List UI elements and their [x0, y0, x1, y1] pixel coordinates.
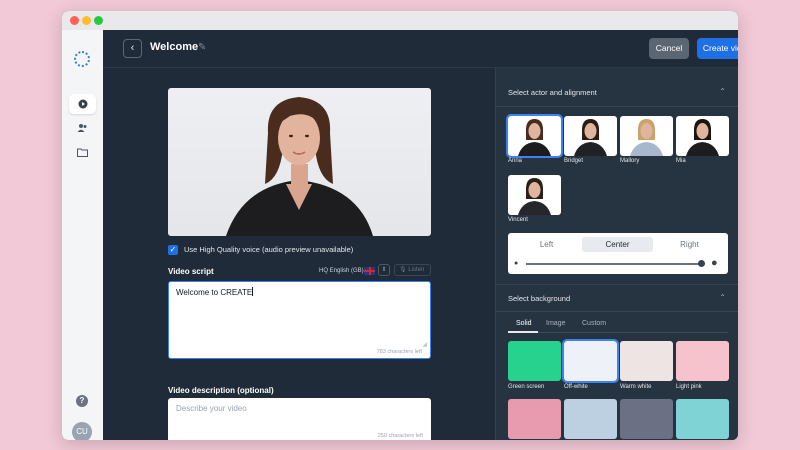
background-swatch[interactable] [564, 399, 617, 439]
alignment-control: Left Center Right ● ● [508, 233, 728, 274]
actor-name: Vincent [508, 217, 528, 223]
avatar[interactable]: CU [72, 422, 92, 440]
resize-handle-icon[interactable]: ◢ [422, 341, 427, 348]
description-label: Video description (optional) [168, 386, 274, 395]
script-text: Welcome to CREATE [176, 288, 253, 297]
section-divider [496, 311, 738, 312]
section-divider [496, 284, 738, 285]
background-name: Light pink [676, 384, 702, 390]
actor-name: Mia [676, 158, 686, 164]
sidebar-item-files[interactable] [69, 142, 96, 162]
script-input[interactable]: Welcome to CREATE ◢ 783 characters left [168, 281, 431, 359]
listen-label: Listen [408, 267, 425, 273]
align-left-option[interactable]: Left [511, 237, 582, 252]
size-slider[interactable] [526, 263, 703, 265]
actor-option-mia[interactable] [676, 116, 729, 156]
actor-thumbnail [574, 119, 607, 156]
tab-image[interactable]: Image [546, 320, 565, 327]
align-right-option[interactable]: Right [654, 237, 725, 252]
hq-voice-checkbox[interactable]: ✓ [168, 245, 178, 255]
chevron-up-icon[interactable]: ⌃ [719, 293, 726, 302]
app-window: ? CU ‹ Welcome ✎ Cancel Create video [62, 11, 738, 440]
actor-name: Anna [508, 158, 523, 164]
microphone-icon: 🎙 [399, 267, 407, 273]
background-swatch[interactable] [676, 399, 729, 439]
description-placeholder: Describe your video [176, 404, 247, 413]
active-tab-indicator [508, 331, 538, 333]
actor-thumbnail [686, 119, 719, 156]
folder-icon [77, 148, 88, 157]
text-caret [252, 287, 254, 296]
background-name: Off-white [564, 384, 588, 390]
chevron-up-icon[interactable]: ⌃ [719, 87, 726, 96]
hq-voice-label: Use High Quality voice (audio preview un… [184, 245, 354, 254]
person-small-icon: ● [514, 260, 519, 267]
background-section-title: Select background [508, 294, 571, 303]
topbar: ‹ Welcome ✎ Cancel Create video [103, 30, 738, 68]
logo-icon [74, 51, 90, 67]
actor-name: Mallory [620, 158, 640, 164]
background-swatch[interactable] [620, 399, 673, 439]
help-icon[interactable]: ? [76, 395, 88, 407]
actor-name: Bridget [564, 158, 584, 164]
background-swatch[interactable] [508, 341, 561, 381]
background-swatch[interactable] [508, 399, 561, 439]
window-titlebar [62, 11, 738, 30]
actor-thumbnail [518, 178, 551, 215]
language-label: HQ English (GB) [319, 268, 364, 274]
person-large-icon: ● [711, 257, 718, 269]
script-label: Video script [168, 267, 214, 276]
sidebar-item-videos[interactable] [69, 94, 96, 114]
script-char-count: 783 characters left [376, 349, 422, 355]
actor-section-title: Select actor and alignment [508, 88, 597, 97]
chevron-left-icon: ‹ [130, 42, 135, 54]
uk-flag-icon [364, 267, 375, 275]
page-title: Welcome [150, 41, 199, 53]
tab-solid[interactable]: Solid [516, 320, 532, 327]
play-icon [78, 99, 87, 109]
align-center-option[interactable]: Center [582, 237, 653, 252]
listen-button[interactable]: 🎙 Listen [394, 264, 431, 276]
language-select-button[interactable]: ⇕ [378, 264, 390, 276]
background-name: Green screen [508, 384, 545, 390]
actor-preview-image [226, 97, 373, 236]
video-preview[interactable] [168, 88, 431, 236]
size-slider-handle[interactable] [698, 260, 705, 267]
actor-option-mallory[interactable] [620, 116, 673, 156]
actor-option-bridget[interactable] [564, 116, 617, 156]
create-video-button[interactable]: Create video [697, 38, 738, 59]
background-swatch[interactable] [620, 341, 673, 381]
background-swatch[interactable] [562, 339, 619, 383]
editor-area: ✓ Use High Quality voice (audio preview … [103, 68, 495, 440]
cancel-button[interactable]: Cancel [649, 38, 689, 59]
chevron-updown-icon: ⇕ [381, 267, 387, 273]
users-icon [77, 124, 87, 132]
minimize-window-button[interactable] [82, 16, 91, 25]
tab-custom[interactable]: Custom [582, 320, 606, 327]
background-tabs: Solid Image Custom [508, 319, 728, 333]
section-divider [496, 106, 738, 107]
actor-option-vincent[interactable] [508, 175, 561, 215]
edit-title-icon[interactable]: ✎ [198, 42, 206, 53]
background-swatch[interactable] [676, 341, 729, 381]
description-char-count: 250 characters left [377, 433, 423, 439]
sidebar-item-actors[interactable] [69, 118, 96, 138]
maximize-window-button[interactable] [94, 16, 103, 25]
actor-option-anna[interactable] [506, 114, 563, 158]
sidebar: ? CU [62, 30, 103, 440]
actor-thumbnail [518, 119, 551, 156]
background-name: Warm white [620, 384, 652, 390]
back-button[interactable]: ‹ [123, 39, 142, 58]
settings-panel: Select actor and alignment ⌃ Left Center… [495, 68, 738, 440]
actor-thumbnail [630, 119, 663, 156]
close-window-button[interactable] [70, 16, 79, 25]
description-input[interactable]: Describe your video 250 characters left [168, 398, 431, 440]
